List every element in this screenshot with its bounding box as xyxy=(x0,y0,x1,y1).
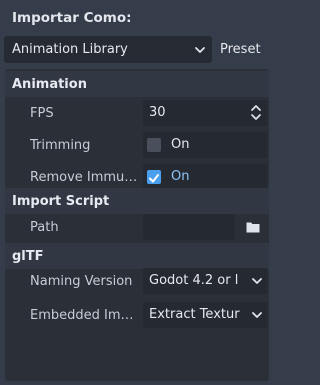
preset-button[interactable]: Preset xyxy=(214,36,269,63)
chevron-down-icon xyxy=(252,312,262,318)
naming-version-label: Naming Version xyxy=(30,274,133,289)
chevron-down-icon xyxy=(252,278,262,284)
remove-immutable-checkbox[interactable] xyxy=(147,170,161,184)
import-dock: Importar Como: Animation Library Preset … xyxy=(0,0,273,385)
fps-spinbox[interactable]: 30 xyxy=(143,100,267,126)
naming-version-select[interactable]: Godot 4.2 or l xyxy=(143,268,267,294)
trimming-value: On xyxy=(171,137,190,152)
inspector-panel: Animation FPS 30 Trimming On Remove Immu… xyxy=(5,69,269,381)
section-animation-title: Animation xyxy=(12,77,87,92)
embedded-images-value: Extract Textur xyxy=(149,307,240,322)
property-path: Path xyxy=(5,211,269,243)
fps-label: FPS xyxy=(30,106,54,121)
fps-value: 30 xyxy=(149,105,166,120)
section-import-script-title: Import Script xyxy=(12,194,110,209)
chevron-down-icon xyxy=(195,47,205,53)
embedded-images-label: Embedded Im… xyxy=(30,308,134,323)
trimming-label: Trimming xyxy=(30,138,91,153)
import-as-row: Animation Library Preset xyxy=(0,35,273,65)
section-animation[interactable]: Animation xyxy=(5,71,269,97)
property-naming-version: Naming Version Godot 4.2 or l xyxy=(5,265,269,297)
remove-immutable-label: Remove Immu… xyxy=(30,170,138,185)
checkmark-icon xyxy=(149,174,159,183)
import-type-value: Animation Library xyxy=(12,42,128,57)
up-down-arrows-icon[interactable] xyxy=(250,104,262,121)
property-embedded-images: Embedded Im… Extract Textur xyxy=(5,299,269,331)
preset-label: Preset xyxy=(220,42,261,57)
import-header: Importar Como: xyxy=(0,0,273,35)
section-gltf-title: glTF xyxy=(12,249,44,264)
import-as-title: Importar Como: xyxy=(12,10,132,26)
trimming-toggle[interactable]: On xyxy=(143,132,267,158)
path-field[interactable] xyxy=(143,214,235,240)
trimming-checkbox[interactable] xyxy=(147,138,161,152)
import-type-select[interactable]: Animation Library xyxy=(4,36,212,63)
remove-immutable-value: On xyxy=(171,169,190,184)
path-label: Path xyxy=(30,220,59,235)
naming-version-value: Godot 4.2 or l xyxy=(149,273,239,288)
embedded-images-select[interactable]: Extract Textur xyxy=(143,302,267,328)
property-trimming: Trimming On xyxy=(5,129,269,161)
folder-icon[interactable] xyxy=(246,221,260,233)
property-fps: FPS 30 xyxy=(5,97,269,129)
remove-immutable-toggle[interactable]: On xyxy=(143,164,267,190)
